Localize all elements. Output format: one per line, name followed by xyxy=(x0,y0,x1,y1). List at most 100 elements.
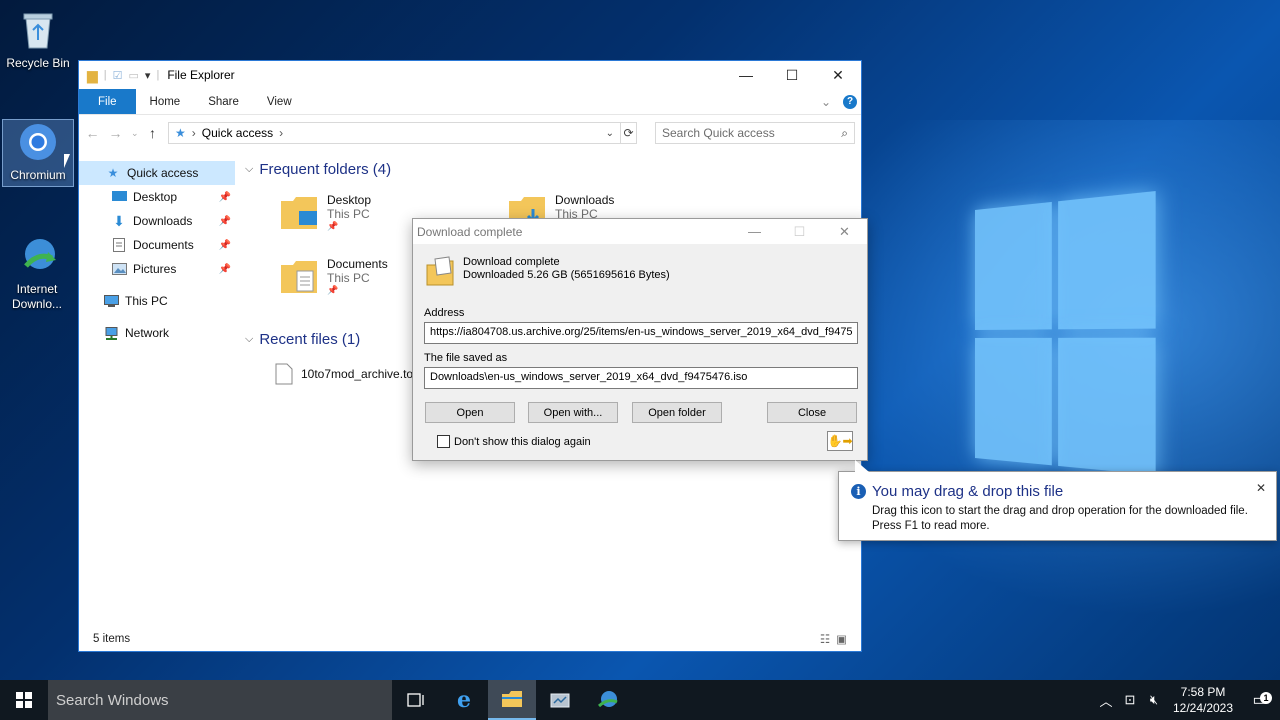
open-button[interactable]: Open xyxy=(425,402,515,423)
address-bar[interactable]: ★ › Quick access › ⌄ xyxy=(168,122,621,144)
desktop-icon-label: Recycle Bin xyxy=(6,56,70,70)
address-location[interactable]: Quick access xyxy=(202,126,273,140)
help-icon[interactable]: ? xyxy=(843,94,857,109)
taskbar-search-input[interactable]: Search Windows xyxy=(48,680,392,720)
sidebar-item-this-pc[interactable]: This PC xyxy=(79,289,235,313)
pin-icon[interactable]: 📌 xyxy=(219,264,231,275)
close-button[interactable]: ✕ xyxy=(815,61,861,89)
sidebar-item-pictures[interactable]: Pictures 📌 xyxy=(79,257,235,281)
volume-muted-icon[interactable]: 🔇︎ xyxy=(1142,692,1166,708)
open-folder-button[interactable]: Open folder xyxy=(632,402,722,423)
sidebar-item-downloads[interactable]: ⬇ Downloads 📌 xyxy=(79,209,235,233)
expand-ribbon-icon[interactable]: ⌄ xyxy=(821,95,831,109)
taskbar: Search Windows e ︿ ⊡ 🔇︎ 7:58 PM 12/24/20… xyxy=(0,680,1280,720)
frequent-folders-header[interactable]: ⌵ Frequent folders (4) xyxy=(245,161,391,178)
refresh-button[interactable]: ⟳ xyxy=(620,122,637,144)
sidebar-item-label: Desktop xyxy=(133,190,178,204)
open-with-button[interactable]: Open with... xyxy=(528,402,618,423)
search-input[interactable]: Search Quick access ⌕ xyxy=(655,122,855,144)
desktop-icon-recycle-bin[interactable]: Recycle Bin xyxy=(2,8,74,70)
internet-download-manager-icon xyxy=(598,691,618,708)
drag-drop-icon[interactable]: ✋ ➡ xyxy=(827,431,853,451)
sidebar-item-label: Documents xyxy=(133,238,194,252)
sidebar-item-quick-access[interactable]: ★ Quick access xyxy=(79,161,235,185)
recent-locations-icon[interactable]: ⌄ xyxy=(131,128,139,139)
action-center-button[interactable]: ▭ 1 xyxy=(1240,690,1280,710)
desktop-icon-label: Chromium xyxy=(10,168,66,182)
desktop-icon xyxy=(111,189,127,205)
download-arrow-icon: ⬇ xyxy=(113,212,125,229)
chevron-down-icon[interactable]: ⌄ xyxy=(606,128,614,139)
up-button[interactable]: ↑ xyxy=(145,125,160,141)
download-folder-icon xyxy=(425,255,455,290)
group-title: Recent files (1) xyxy=(259,331,361,348)
desktop-folder-icon xyxy=(281,197,317,229)
folder-location: This PC xyxy=(327,271,370,285)
folder-name: Desktop xyxy=(327,193,372,207)
search-placeholder: Search Quick access xyxy=(662,126,775,140)
chevron-right-icon[interactable]: › xyxy=(279,126,283,140)
navigation-pane: ★ Quick access Desktop 📌 ⬇ Downloads 📌 D… xyxy=(79,161,235,629)
dialog-titlebar[interactable]: Download complete — ☐ ✕ xyxy=(413,219,867,244)
taskbar-file-explorer[interactable] xyxy=(488,680,536,720)
system-tray: ︿ ⊡ 🔇︎ 7:58 PM 12/24/2023 ▭ 1 xyxy=(1094,680,1280,720)
sidebar-item-label: Pictures xyxy=(133,262,177,276)
star-icon: ★ xyxy=(175,126,186,140)
new-folder-icon[interactable]: ▭ xyxy=(129,69,139,82)
tab-view[interactable]: View xyxy=(253,89,306,114)
sidebar-item-documents[interactable]: Documents 📌 xyxy=(79,233,235,257)
address-field[interactable]: https://ia804708.us.archive.org/25/items… xyxy=(424,322,858,344)
start-button[interactable] xyxy=(0,680,48,720)
dialog-title: Download complete xyxy=(417,224,523,239)
clock-date: 12/24/2023 xyxy=(1172,701,1234,715)
document-icon xyxy=(111,237,127,253)
dont-show-checkbox[interactable]: Don't show this dialog again xyxy=(437,435,591,448)
list-item[interactable]: 10to7mod_archive.to xyxy=(275,363,413,385)
large-icons-view-icon[interactable]: ▣ xyxy=(836,632,847,646)
internet-explorer-icon: e xyxy=(457,687,471,713)
tab-file[interactable]: File xyxy=(79,89,136,114)
chevron-down-icon[interactable]: ▾ xyxy=(145,69,151,82)
chevron-down-icon: ⌵ xyxy=(245,333,254,345)
back-button[interactable]: ← xyxy=(85,125,100,141)
taskbar-internet-download-manager[interactable] xyxy=(584,680,632,720)
recent-files-header[interactable]: ⌵ Recent files (1) xyxy=(245,331,360,348)
chevron-up-icon[interactable]: ︿ xyxy=(1094,691,1118,710)
desktop-icon-idm[interactable]: Internet Downlo... xyxy=(2,234,74,312)
explorer-titlebar[interactable]: ▆ | ☑ ▭ ▾ | File Explorer — ☐ ✕ xyxy=(79,61,861,89)
saved-as-field[interactable]: Downloads\en-us_windows_server_2019_x64_… xyxy=(424,367,858,389)
documents-folder-icon xyxy=(281,261,317,293)
minimize-button[interactable]: — xyxy=(732,224,777,240)
file-name: 10to7mod_archive.to xyxy=(301,367,414,381)
taskbar-server-manager[interactable] xyxy=(536,680,584,720)
sidebar-item-network[interactable]: Network xyxy=(79,321,235,345)
checkbox-box[interactable] xyxy=(437,435,450,448)
pin-icon[interactable]: 📌 xyxy=(219,216,231,227)
tooltip-close-button[interactable]: ✕ xyxy=(1256,481,1266,495)
details-view-icon[interactable]: ☷ xyxy=(820,632,830,646)
folder-tile-desktop[interactable]: Desktop This PC 📌 xyxy=(279,193,371,233)
maximize-button: ☐ xyxy=(793,223,806,239)
task-view-button[interactable] xyxy=(392,680,440,720)
maximize-button[interactable]: ☐ xyxy=(769,61,815,89)
minimize-button[interactable]: — xyxy=(723,61,769,89)
pin-icon: 📌 xyxy=(327,285,339,295)
sidebar-item-desktop[interactable]: Desktop 📌 xyxy=(79,185,235,209)
network-icon xyxy=(103,325,119,341)
forward-button[interactable]: → xyxy=(108,125,123,141)
properties-icon[interactable]: ☑ xyxy=(113,69,123,82)
tab-home[interactable]: Home xyxy=(136,89,195,114)
clock[interactable]: 7:58 PM 12/24/2023 xyxy=(1166,684,1240,716)
tooltip-title: You may drag & drop this file xyxy=(872,483,1064,500)
folder-tile-documents[interactable]: Documents This PC 📌 xyxy=(279,257,388,297)
navigation-bar: ← → ⌄ ↑ ★ › Quick access › ⌄ ⟳ Search Qu… xyxy=(79,115,861,151)
pin-icon[interactable]: 📌 xyxy=(219,240,231,251)
close-dialog-button[interactable]: Close xyxy=(767,402,857,423)
network-status-icon[interactable]: ⊡ xyxy=(1118,692,1142,708)
close-button[interactable]: ✕ xyxy=(822,224,867,240)
pin-icon[interactable]: 📌 xyxy=(219,192,231,203)
taskbar-internet-explorer[interactable]: e xyxy=(440,680,488,720)
tab-share[interactable]: Share xyxy=(194,89,253,114)
server-manager-icon xyxy=(550,693,570,708)
desktop-icon-chromium[interactable]: Chromium xyxy=(2,119,74,187)
